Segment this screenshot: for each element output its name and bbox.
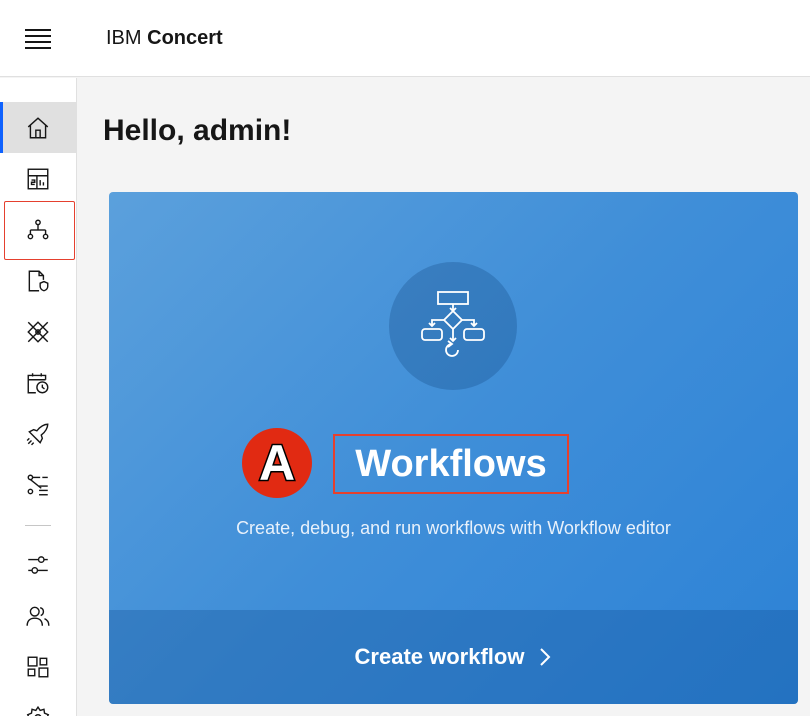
- gear-icon: [26, 705, 50, 716]
- sidebar-item-workflows[interactable]: [0, 204, 76, 255]
- side-nav: [0, 78, 77, 716]
- sidebar-item-data-flow[interactable]: [0, 459, 76, 510]
- sidebar-item-admin[interactable]: [0, 692, 76, 716]
- menu-icon[interactable]: [25, 29, 51, 49]
- sidebar-item-compliance[interactable]: [0, 255, 76, 306]
- workflow-hierarchy-icon: [27, 219, 49, 239]
- sidebar-divider: [25, 525, 51, 526]
- page-title: Hello, admin!: [103, 114, 292, 147]
- event-schedule-icon: [27, 372, 49, 393]
- create-workflow-button[interactable]: Create workflow: [109, 610, 798, 704]
- sidebar-item-dashboard[interactable]: [0, 153, 76, 204]
- user-multiple-icon: [26, 606, 50, 626]
- workflows-card[interactable]: Workflows Create, debug, and run workflo…: [109, 192, 798, 704]
- annotation-badge-label: A: [257, 435, 296, 491]
- brand-product: Concert: [147, 27, 223, 49]
- create-workflow-label: Create workflow: [354, 644, 525, 669]
- sidebar-item-home[interactable]: [0, 102, 76, 153]
- rocket-icon: [26, 423, 49, 445]
- debug-icon: [27, 320, 49, 343]
- sidebar-item-apps[interactable]: [0, 641, 76, 692]
- sidebar-item-vulnerability[interactable]: [0, 306, 76, 357]
- sidebar-item-deploy[interactable]: [0, 408, 76, 459]
- annotation-badge: A: [242, 428, 312, 498]
- sidebar-item-users[interactable]: [0, 590, 76, 641]
- home-icon: [27, 116, 49, 138]
- top-header: IBM Concert: [0, 0, 810, 77]
- sidebar-item-settings[interactable]: [0, 539, 76, 590]
- workflow-diagram-icon: [389, 262, 517, 390]
- sidebar-item-schedule[interactable]: [0, 357, 76, 408]
- dashboard-icon: [27, 168, 49, 189]
- document-security-icon: [28, 270, 49, 291]
- card-description: Create, debug, and run workflows with Wo…: [236, 518, 671, 538]
- brand-ibm: IBM: [106, 27, 142, 49]
- sliders-icon: [28, 555, 48, 574]
- card-title: Workflows: [333, 434, 569, 494]
- app-brand[interactable]: IBM Concert: [106, 27, 223, 50]
- flow-list-icon: [27, 474, 48, 495]
- chevron-right-icon: [540, 648, 551, 666]
- apps-icon: [27, 656, 49, 677]
